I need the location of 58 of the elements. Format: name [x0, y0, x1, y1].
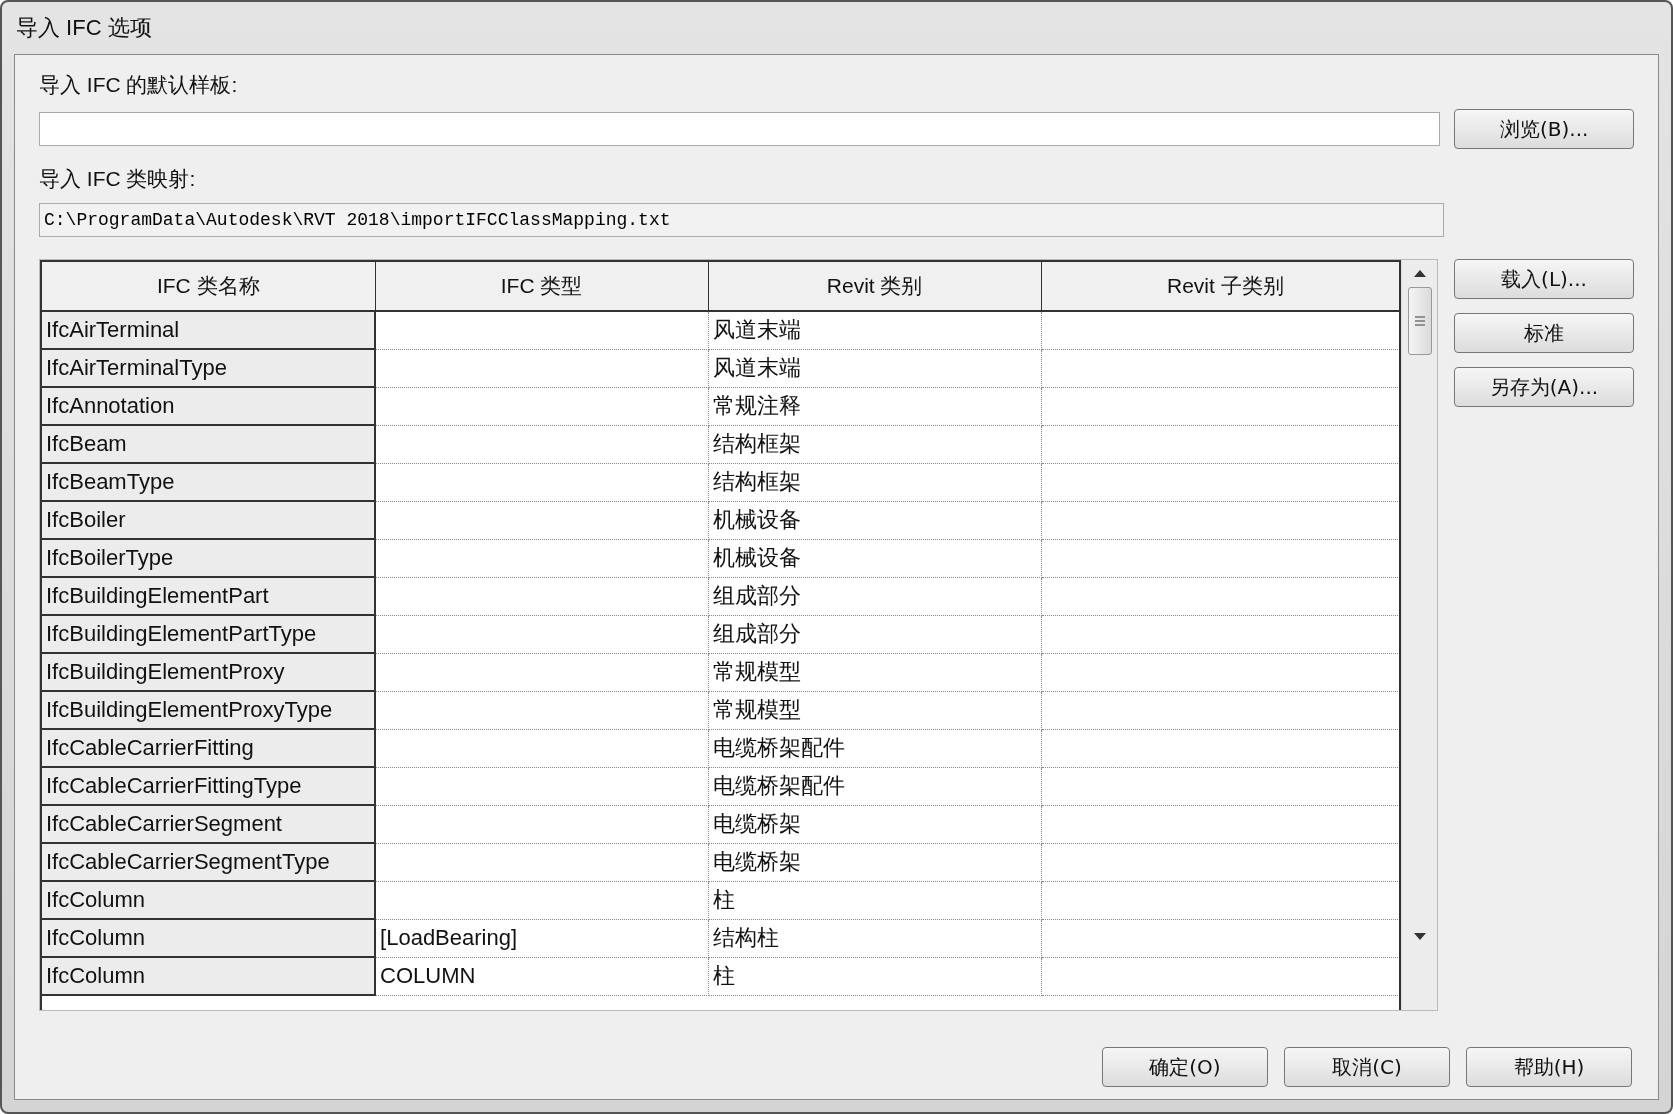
side-button[interactable]: 另存为(A)...	[1454, 367, 1634, 407]
table-cell: IfcCableCarrierSegment	[42, 805, 376, 843]
dialog-button[interactable]: 取消(C)	[1284, 1047, 1450, 1087]
table-cell: IfcCableCarrierFittingType	[42, 767, 376, 805]
scrollbar[interactable]	[1401, 260, 1437, 1010]
table-cell: 电缆桥架配件	[708, 767, 1042, 805]
table-cell: 电缆桥架	[708, 805, 1042, 843]
table-cell: 机械设备	[708, 539, 1042, 577]
table-cell: IfcBeam	[42, 425, 376, 463]
table-cell: IfcBuildingElementPart	[42, 577, 376, 615]
table-cell: IfcCableCarrierSegmentType	[42, 843, 376, 881]
input-field[interactable]	[39, 112, 1441, 146]
browse-button[interactable]: 浏览(B)...	[1454, 109, 1634, 149]
table-cell: 风道末端	[708, 349, 1042, 387]
side-button[interactable]: 标准	[1454, 313, 1634, 353]
table-cell: [LoadBearing]	[375, 919, 709, 957]
table-cell: IfcAirTerminalType	[42, 349, 376, 387]
table-cell: 常规模型	[708, 691, 1042, 729]
column-header[interactable]: IFC 类型	[375, 262, 709, 311]
dialog-button[interactable]: 帮助(H)	[1466, 1047, 1632, 1087]
side-button[interactable]: 载入(L)...	[1454, 259, 1634, 299]
table-cell: 组成部分	[708, 615, 1042, 653]
table-cell: IfcBoiler	[42, 501, 376, 539]
table-cell: 常规模型	[708, 653, 1042, 691]
table-cell: 电缆桥架	[708, 843, 1042, 881]
table-cell: IfcBuildingElementPartType	[42, 615, 376, 653]
dialog-button[interactable]: 确定(O)	[1102, 1047, 1268, 1087]
column-header[interactable]: IFC 类名称	[42, 262, 376, 311]
input-field[interactable]: C:\ProgramData\Autodesk\RVT 2018\importIFCClassMapping.txt	[39, 203, 1444, 237]
table-cell: 常规注释	[708, 387, 1042, 425]
table-cell: 风道末端	[708, 311, 1042, 349]
table-cell: IfcBeamType	[42, 463, 376, 501]
table-cell: IfcBoilerType	[42, 539, 376, 577]
table-cell: IfcBuildingElementProxy	[42, 653, 376, 691]
table-cell: IfcCableCarrierFitting	[42, 729, 376, 767]
column-header[interactable]: Revit 子类别	[1041, 262, 1400, 311]
table-cell: IfcAirTerminal	[42, 311, 376, 349]
table-cell: 柱	[708, 881, 1042, 919]
table-cell: IfcBuildingElementProxyType	[42, 691, 376, 729]
table-cell: COLUMN	[375, 957, 709, 995]
table-cell: IfcColumn	[42, 881, 376, 919]
scroll-up-icon[interactable]	[1413, 270, 1426, 277]
table-cell: IfcAnnotation	[42, 387, 376, 425]
table-cell: IfcColumn	[42, 919, 376, 957]
table-cell: 结构框架	[708, 463, 1042, 501]
scroll-down-icon[interactable]	[1413, 933, 1426, 940]
table-cell: 结构柱	[708, 919, 1042, 957]
table-cell: 柱	[708, 957, 1042, 995]
table-cell: 组成部分	[708, 577, 1042, 615]
window-title: 导入 IFC 选项	[16, 14, 152, 42]
table-cell: 机械设备	[708, 501, 1042, 539]
table-cell: 结构框架	[708, 425, 1042, 463]
field-label: 导入 IFC 类映射:	[39, 166, 196, 192]
table-cell: IfcColumn	[42, 957, 376, 995]
column-header[interactable]: Revit 类别	[708, 262, 1042, 311]
field-label: 导入 IFC 的默认样板:	[39, 72, 238, 98]
table-cell: 电缆桥架配件	[708, 729, 1042, 767]
scroll-thumb[interactable]	[1407, 287, 1432, 355]
